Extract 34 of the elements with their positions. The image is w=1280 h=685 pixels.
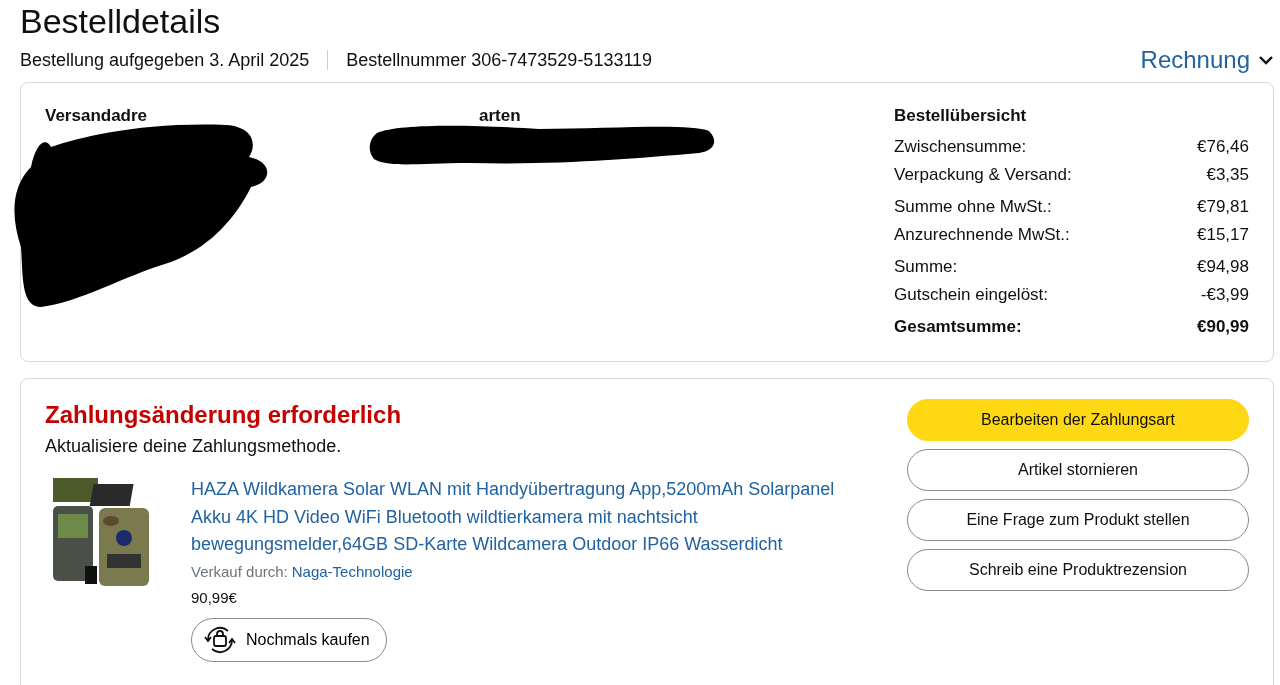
product-price: 90,99€: [191, 588, 238, 608]
summary-label: Gutschein eingelöst:: [894, 283, 1049, 306]
notice-text: Aktualisiere deine Zahlungsmethode.: [45, 435, 343, 458]
order-number: Bestellnummer 306-7473529-5133119: [346, 48, 653, 72]
reorder-icon: [202, 624, 238, 655]
summary-label: Zwischensumme:: [894, 135, 1027, 158]
summary-label: Anzurechnende MwSt.:: [894, 223, 1070, 246]
chevron-down-icon: [1258, 54, 1274, 66]
summary-value: €76,46: [1197, 135, 1249, 158]
action-button[interactable]: Bearbeiten der Zahlungsart: [907, 399, 1249, 441]
summary-value: €79,81: [1197, 195, 1249, 218]
action-button[interactable]: Artikel stornieren: [907, 449, 1249, 491]
seller-link[interactable]: Naga-Technologie: [291, 560, 413, 583]
summary-label: Summe ohne MwSt.:: [894, 195, 1052, 218]
buy-again-button[interactable]: Nochmals kaufen: [191, 617, 387, 662]
seller-label: Verkauf durch:: [191, 561, 288, 582]
invoice-link[interactable]: Rechnung: [1140, 42, 1274, 78]
summary-value: €3,35: [1206, 163, 1249, 186]
page-title: Bestelldetails: [20, 1, 222, 42]
payment-heading: arten: [478, 105, 522, 127]
action-button[interactable]: Schreib eine Produktrezension: [907, 549, 1249, 591]
action-button[interactable]: Eine Frage zum Produkt stellen: [907, 499, 1249, 541]
order-date: Bestellung aufgegeben 3. April 2025: [20, 48, 310, 72]
summary-value: -€3,99: [1200, 283, 1249, 306]
summary-heading: Bestellübersicht: [894, 105, 1028, 127]
summary-value: €90,99: [1197, 315, 1249, 338]
product-title-link[interactable]: HAZA Wildkamera Solar WLAN mit Handyübertragung App,5200mAh Solarpanel Akku 4K HD Video WiFi Bluetooth wildtierkamera mit nachtsicht bewegungsmelder,64GB SD-Karte Wildcamera Outdoor IP66 Wasserdicht: [191, 476, 851, 559]
notice-title: Zahlungsänderung erforderlich: [45, 400, 403, 430]
summary-label: Summe:: [894, 255, 958, 278]
shipping-heading: Versandadre: [45, 105, 149, 127]
summary-label: Gesamtsumme:: [894, 315, 1022, 338]
summary-value: €15,17: [1197, 223, 1249, 246]
summary-value: €94,98: [1197, 255, 1249, 278]
summary-label: Verpackung & Versand:: [894, 163, 1072, 186]
